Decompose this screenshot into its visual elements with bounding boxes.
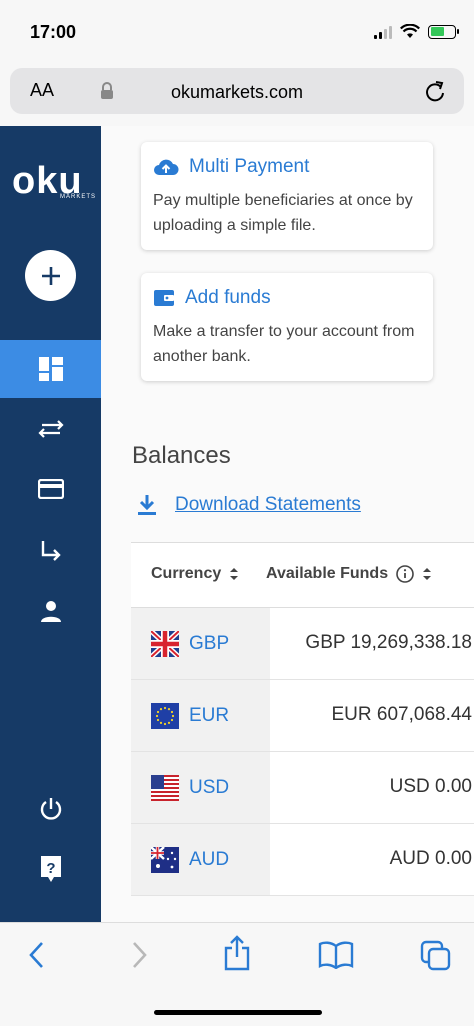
au-flag-icon — [151, 846, 179, 873]
table-row: AUD AUD 0.00 — [131, 824, 474, 896]
uk-flag-icon — [151, 630, 179, 657]
currency-cell[interactable]: AUD — [131, 824, 270, 895]
available-funds-column-header[interactable]: Available Funds — [266, 565, 432, 583]
cellular-signal-icon — [374, 25, 392, 39]
currency-code[interactable]: EUR — [189, 705, 229, 727]
home-indicator — [154, 1010, 322, 1015]
nav-transfers[interactable] — [0, 400, 101, 458]
subdirectory-arrow-icon — [41, 541, 61, 561]
url-text[interactable]: okumarkets.com — [10, 82, 464, 103]
sidebar: oku MARKETS ? — [0, 126, 101, 922]
card-title[interactable]: Add funds — [153, 287, 421, 309]
nav-cards[interactable] — [0, 460, 101, 518]
share-icon[interactable] — [222, 935, 252, 971]
info-icon[interactable] — [396, 565, 414, 583]
available-funds: USD 0.00 — [389, 776, 472, 797]
clock: 17:00 — [30, 22, 77, 42]
reload-icon[interactable] — [424, 79, 446, 103]
forward-icon[interactable] — [128, 939, 150, 971]
add-button[interactable] — [25, 250, 76, 301]
sort-icon[interactable] — [422, 567, 432, 581]
download-statements-link[interactable]: Download Statements — [175, 494, 361, 516]
battery-icon — [428, 24, 459, 39]
swap-arrows-icon — [37, 420, 64, 438]
download-icon — [138, 495, 156, 515]
address-bar[interactable]: AA okumarkets.com — [10, 68, 464, 114]
wallet-icon — [154, 290, 174, 306]
eu-flag-icon — [151, 702, 179, 729]
available-funds: AUD 0.00 — [389, 848, 472, 869]
bookmarks-icon[interactable] — [318, 941, 354, 969]
currency-code[interactable]: GBP — [189, 633, 229, 655]
table-header: Currency Available Funds — [131, 542, 474, 608]
nav-logout[interactable] — [0, 780, 101, 838]
add-funds-card[interactable]: Add funds Make a transfer to your accoun… — [141, 273, 433, 381]
nav-dashboard[interactable] — [0, 340, 101, 398]
card-description: Pay multiple beneficiaries at once by up… — [153, 192, 413, 234]
currency-cell[interactable]: EUR — [131, 680, 270, 751]
help-icon: ? — [40, 856, 61, 882]
wifi-icon — [400, 24, 420, 38]
currency-code[interactable]: AUD — [189, 849, 229, 871]
main-content: Multi Payment Pay multiple beneficiaries… — [101, 126, 474, 922]
currency-code[interactable]: USD — [189, 777, 229, 799]
currency-cell[interactable]: GBP — [131, 608, 270, 679]
web-page: oku MARKETS ? Multi Payment Pay multiple… — [0, 126, 474, 922]
power-icon — [40, 798, 61, 820]
currency-column-header[interactable]: Currency — [151, 565, 239, 583]
table-row: EUR EUR 607,068.44 — [131, 680, 474, 752]
cloud-upload-icon — [154, 159, 179, 175]
logo-subtitle: MARKETS — [60, 194, 97, 200]
card-title-text[interactable]: Add funds — [185, 287, 271, 309]
person-icon — [40, 601, 61, 622]
us-flag-icon — [151, 774, 179, 801]
status-bar: 17:00 — [0, 0, 474, 66]
status-icons — [374, 24, 459, 39]
plus-icon — [41, 266, 60, 285]
dashboard-icon — [38, 357, 63, 381]
nav-help[interactable]: ? — [0, 840, 101, 898]
table-row: GBP GBP 19,269,338.18 — [131, 608, 474, 680]
download-statements-button[interactable]: Download Statements — [137, 494, 361, 516]
card-description: Make a transfer to your account from ano… — [153, 323, 415, 365]
card-title[interactable]: Multi Payment — [153, 156, 421, 178]
balances-heading: Balances — [132, 442, 231, 469]
available-funds: EUR 607,068.44 — [331, 704, 473, 725]
table-row: USD USD 0.00 — [131, 752, 474, 824]
balances-table: Currency Available Funds GBP GBP 19,269,… — [131, 542, 474, 896]
back-icon[interactable] — [26, 939, 48, 971]
svg-text:?: ? — [46, 860, 55, 877]
tabs-icon[interactable] — [420, 940, 452, 972]
credit-card-icon — [37, 479, 64, 499]
multi-payment-card[interactable]: Multi Payment Pay multiple beneficiaries… — [141, 142, 433, 250]
currency-cell[interactable]: USD — [131, 752, 270, 823]
nav-profile[interactable] — [0, 582, 101, 640]
sort-icon[interactable] — [229, 567, 239, 581]
available-funds: GBP 19,269,338.18 — [305, 632, 472, 653]
card-title-text[interactable]: Multi Payment — [189, 156, 309, 178]
nav-payments[interactable] — [0, 522, 101, 580]
